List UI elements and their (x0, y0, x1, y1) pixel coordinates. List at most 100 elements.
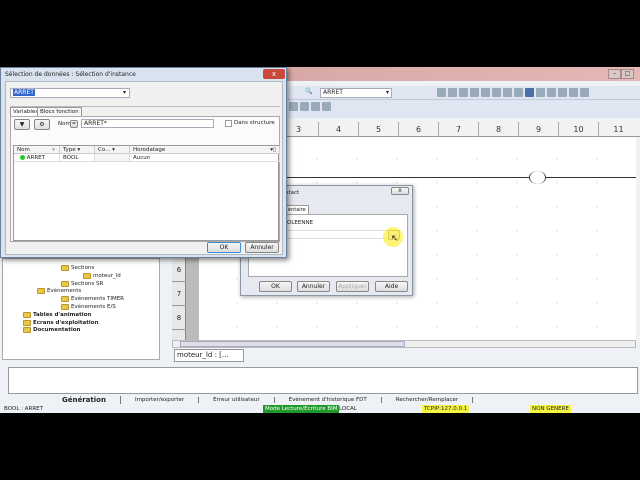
variable-status-icon (20, 155, 25, 160)
cell-type: BOOL (60, 154, 95, 162)
column-header: 7 (438, 122, 478, 137)
variables-grid: Nom ▾ Type ▾ Co... ▾ Horodatage ▾▯ ARRET B… (13, 145, 280, 241)
ok-button[interactable]: OK (259, 281, 292, 292)
filter-button[interactable]: ▼ (14, 119, 30, 130)
row-number: 7 (172, 282, 186, 306)
edit-icon[interactable] (311, 102, 320, 111)
chevron-down-icon[interactable]: ▾ (386, 89, 389, 97)
tree-item[interactable]: Sections (61, 265, 94, 271)
tree-item-label: Evénements TIMER (71, 296, 125, 303)
tab-comment[interactable]: entaire (285, 205, 309, 214)
row-number: 8 (172, 306, 186, 330)
tree-item[interactable]: Ecrans d'exploitation (23, 319, 99, 326)
tree-item-label: Tables d'animation (33, 311, 92, 318)
col-label: Type (63, 147, 76, 153)
toolbar-icon[interactable] (458, 88, 468, 97)
project-tree: Sections moteur_ld Sections SR Evénements Ev… (2, 258, 160, 360)
name-filter-input[interactable]: ARRET* (81, 119, 214, 128)
tree-item[interactable]: Sections SR (61, 280, 104, 287)
tree-item-label: Sections SR (71, 280, 104, 287)
tree-item[interactable]: Tables d'animation (23, 311, 92, 318)
toolbar-ladder (288, 100, 640, 118)
status-variable: BOOL : ARRET (4, 406, 43, 412)
status-mode: Mode Lecture/Ecriture BIM (263, 405, 340, 413)
status-local: LOCAL (339, 406, 357, 412)
toolbar-icon[interactable] (502, 88, 512, 97)
instance-combo[interactable]: ARRET ▾ (10, 88, 130, 98)
folder-icon (61, 265, 69, 271)
mouse-cursor-icon: ↖ (391, 234, 399, 244)
column-header: 5 (358, 122, 398, 137)
in-structure-label: Dans structure (234, 120, 275, 126)
contact-icon[interactable] (289, 102, 298, 111)
document-tab-moteur-ld[interactable]: moteur_ld : [... (174, 349, 244, 362)
tree-item[interactable]: Evénements TIMER (61, 296, 125, 303)
cell-name: ARRET (14, 154, 60, 162)
col-header-type[interactable]: Type ▾ (60, 146, 95, 154)
doc-tab-label: moteur_ld : [... (177, 351, 229, 359)
tree-item-label: Ecrans d'exploitation (33, 319, 99, 326)
cell-name-text: ARRET (26, 155, 45, 161)
scrollbar-thumb[interactable] (180, 341, 405, 347)
find-input[interactable]: ARRET ▾ (320, 88, 392, 98)
toolbar-icon[interactable] (436, 88, 446, 97)
cancel-button[interactable]: Annuler (245, 242, 279, 253)
col-header-comment[interactable]: Co... ▾ (95, 146, 130, 154)
tree-item[interactable]: Documentation (23, 327, 80, 334)
status-bar: BOOL : ARRET Mode Lecture/Ecriture BIM L… (0, 405, 640, 413)
tree-item-label: Evénements E/S (71, 304, 116, 310)
toolbar-icon[interactable] (447, 88, 457, 97)
cancel-button[interactable]: Annuler (297, 281, 330, 292)
row-number: 6 (172, 258, 186, 282)
toolbar-icon[interactable] (546, 88, 556, 97)
sort-icon: ▾ (52, 147, 55, 153)
tree-item-label: Sections (71, 265, 95, 271)
toolbar-icon[interactable] (491, 88, 501, 97)
close-button[interactable]: x (391, 187, 409, 195)
find-value: ARRET (323, 89, 343, 96)
in-structure-checkbox[interactable] (225, 120, 232, 127)
toolbar-icon[interactable] (480, 88, 490, 97)
toolbar-icon[interactable] (535, 88, 545, 97)
toolbar-icon[interactable] (557, 88, 567, 97)
col-header-name[interactable]: Nom ▾ (14, 146, 60, 154)
close-button[interactable]: x (263, 69, 285, 79)
ok-button[interactable]: OK (207, 242, 241, 253)
tree-item[interactable]: Evénements E/S (61, 304, 116, 310)
col-header-timestamp[interactable]: Horodatage ▾▯ (130, 146, 280, 154)
coil-element[interactable] (529, 171, 546, 184)
help-icon[interactable] (568, 88, 578, 97)
tree-item-label: Evénements (47, 288, 82, 295)
binoculars-icon[interactable]: 🔍 (305, 88, 312, 95)
column-header: 4 (318, 122, 358, 137)
output-tab[interactable]: Génération (48, 395, 121, 404)
output-tab[interactable]: Rechercher/Remplacer (382, 396, 474, 403)
toolbar-icon[interactable] (513, 88, 523, 97)
folder-icon (23, 319, 31, 326)
chevron-down-icon[interactable]: ▾ (123, 89, 126, 97)
minimize-button[interactable]: – (608, 69, 621, 79)
folder-icon (61, 304, 69, 310)
name-operator-button[interactable]: = (70, 120, 78, 128)
instance-selection-dialog: Sélection de données : Sélection d'insta… (0, 67, 287, 258)
dialog-title: Sélection de données : Sélection d'insta… (5, 71, 136, 78)
tree-item[interactable]: moteur_ld (83, 272, 121, 279)
status-generated: NON GENERE (530, 405, 571, 413)
toolbar-icon[interactable] (524, 88, 534, 97)
coil-icon[interactable] (300, 102, 309, 111)
variable-type-button[interactable]: ⚙ (34, 119, 50, 130)
output-tab[interactable]: Evénement d'historique FDT (275, 396, 382, 403)
apply-button[interactable]: Appliquer (336, 281, 369, 292)
folder-icon (61, 280, 69, 287)
link-icon[interactable] (322, 102, 331, 111)
tab-function-blocks[interactable]: Blocs fonction (37, 107, 82, 116)
folder-icon (23, 327, 31, 334)
toolbar-icon[interactable] (469, 88, 479, 97)
folder-icon (83, 272, 91, 279)
help-button[interactable]: Aide (375, 281, 408, 292)
output-tab[interactable]: Erreur utilisateur (199, 396, 275, 403)
context-help-icon[interactable] (579, 88, 589, 97)
maximize-button[interactable]: □ (621, 69, 634, 79)
tree-item[interactable]: Evénements (37, 288, 82, 295)
output-tab[interactable]: Importer/exporter (121, 396, 200, 403)
